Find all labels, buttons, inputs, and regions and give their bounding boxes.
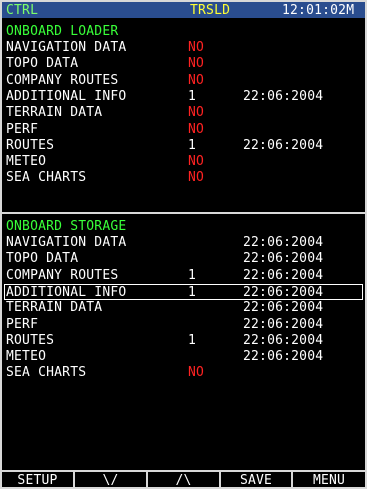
item-value: 1 bbox=[188, 88, 197, 104]
list-item[interactable]: TOPO DATA NO bbox=[2, 56, 365, 72]
scroll-up-softkey[interactable]: /\ bbox=[148, 472, 221, 489]
section-title-storage: ONBOARD STORAGE bbox=[6, 219, 127, 234]
section-divider bbox=[2, 212, 365, 214]
item-date: 22:06:2004 bbox=[243, 137, 324, 153]
list-item[interactable]: NAVIGATION DATA 22:06:2004 bbox=[2, 235, 365, 251]
item-date: 22:06:2004 bbox=[243, 332, 324, 348]
item-name: METEO bbox=[6, 349, 47, 365]
item-name: TERRAIN DATA bbox=[6, 105, 103, 121]
item-name: NAVIGATION DATA bbox=[6, 235, 127, 250]
item-date: 22:06:2004 bbox=[243, 235, 324, 250]
item-date: 22:06:2004 bbox=[243, 316, 324, 332]
scroll-down-softkey[interactable]: \/ bbox=[75, 472, 148, 489]
list-item[interactable]: METEO NO bbox=[2, 154, 365, 170]
list-item[interactable]: ADDITIONAL INFO 1 22:06:2004 bbox=[2, 89, 365, 105]
setup-softkey[interactable]: SETUP bbox=[2, 472, 75, 489]
list-item[interactable]: NAVIGATION DATA NO bbox=[2, 40, 365, 56]
item-name: SEA CHARTS bbox=[6, 170, 87, 186]
item-date: 22:06:2004 bbox=[243, 284, 324, 300]
item-date: 22:06:2004 bbox=[243, 88, 324, 104]
item-name: ROUTES bbox=[6, 332, 55, 348]
list-item[interactable]: TOPO DATA 22:06:2004 bbox=[2, 251, 365, 267]
item-value: NO bbox=[188, 121, 205, 137]
status-label: TRSLD bbox=[190, 3, 231, 18]
item-value: NO bbox=[188, 365, 205, 381]
item-date: 22:06:2004 bbox=[243, 300, 324, 316]
item-name: TOPO DATA bbox=[6, 251, 79, 267]
item-name: ADDITIONAL INFO bbox=[6, 284, 127, 300]
item-date: 22:06:2004 bbox=[243, 251, 324, 267]
menu-softkey[interactable]: MENU bbox=[293, 472, 365, 489]
list-item[interactable]: SEA CHARTS NO bbox=[2, 170, 365, 186]
item-name: SEA CHARTS bbox=[6, 365, 87, 381]
item-value: NO bbox=[188, 56, 205, 72]
list-item[interactable]: ROUTES 1 22:06:2004 bbox=[2, 138, 365, 154]
list-item[interactable]: METEO 22:06:2004 bbox=[2, 349, 365, 365]
mode-label: CTRL bbox=[6, 3, 39, 18]
item-value: NO bbox=[188, 170, 205, 186]
item-value: 1 bbox=[188, 284, 197, 300]
list-item[interactable]: SEA CHARTS NO bbox=[2, 365, 365, 381]
item-name: COMPANY ROUTES bbox=[6, 72, 119, 88]
save-softkey[interactable]: SAVE bbox=[221, 472, 293, 489]
item-name: TOPO DATA bbox=[6, 56, 79, 72]
item-value: NO bbox=[188, 72, 205, 88]
item-value: 1 bbox=[188, 332, 197, 348]
list-item[interactable]: ADDITIONAL INFO 1 22:06:2004 bbox=[4, 283, 363, 300]
list-item[interactable]: ROUTES 1 22:06:2004 bbox=[2, 333, 365, 349]
item-name: PERF bbox=[6, 121, 39, 137]
item-name: NAVIGATION DATA bbox=[6, 40, 127, 55]
item-value: NO bbox=[188, 40, 205, 55]
clock: 12:01:02M bbox=[282, 3, 355, 18]
item-value: NO bbox=[188, 154, 205, 170]
item-name: TERRAIN DATA bbox=[6, 300, 103, 316]
list-item[interactable]: PERF NO bbox=[2, 122, 365, 138]
item-value: 1 bbox=[188, 267, 197, 283]
list-item[interactable]: TERRAIN DATA 22:06:2004 bbox=[2, 300, 365, 316]
section-title-loader: ONBOARD LOADER bbox=[6, 24, 119, 39]
item-name: METEO bbox=[6, 154, 47, 170]
item-name: ADDITIONAL INFO bbox=[6, 88, 127, 104]
list-item[interactable]: COMPANY ROUTES NO bbox=[2, 73, 365, 89]
item-value: 1 bbox=[188, 137, 197, 153]
item-name: PERF bbox=[6, 316, 39, 332]
list-item[interactable]: COMPANY ROUTES 1 22:06:2004 bbox=[2, 268, 365, 284]
list-item[interactable]: TERRAIN DATA NO bbox=[2, 105, 365, 121]
item-date: 22:06:2004 bbox=[243, 267, 324, 283]
softkey-bar: SETUP \/ /\ SAVE MENU bbox=[2, 470, 365, 489]
item-value: NO bbox=[188, 105, 205, 121]
display-frame: CTRL TRSLD 12:01:02M ONBOARD LOADER NAVI… bbox=[0, 0, 367, 489]
item-name: ROUTES bbox=[6, 137, 55, 153]
item-date: 22:06:2004 bbox=[243, 349, 324, 365]
list-item[interactable]: PERF 22:06:2004 bbox=[2, 317, 365, 333]
item-name: COMPANY ROUTES bbox=[6, 267, 119, 283]
header-bar: CTRL TRSLD 12:01:02M bbox=[2, 2, 365, 18]
